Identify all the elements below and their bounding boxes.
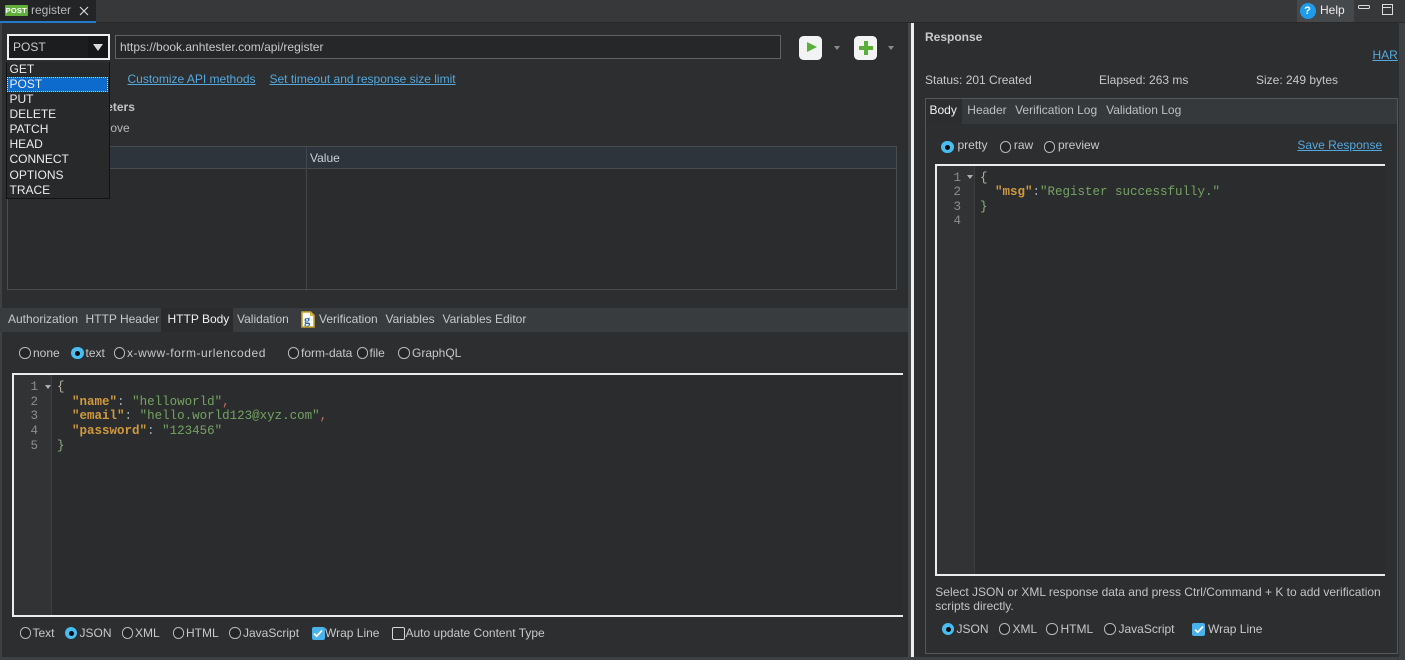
svg-text:g: g xyxy=(304,313,311,327)
